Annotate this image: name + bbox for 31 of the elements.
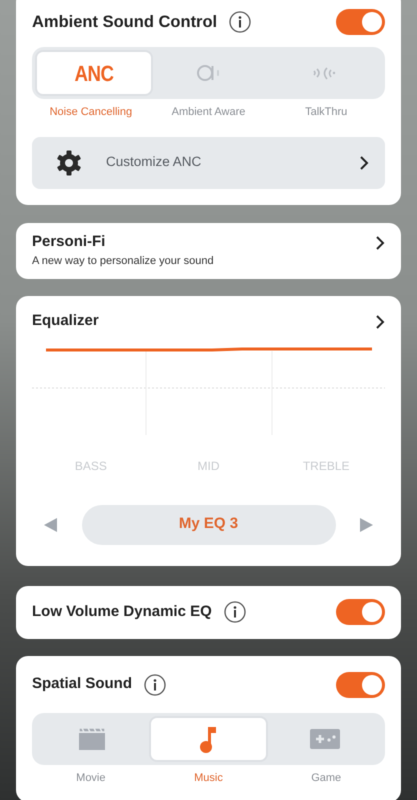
previous-arrow-icon[interactable]	[44, 518, 58, 532]
info-icon[interactable]	[144, 674, 166, 696]
toggle-switch[interactable]	[336, 599, 385, 625]
eq-preset-button[interactable]: My EQ 3	[82, 504, 336, 544]
toggle-switch[interactable]	[336, 672, 385, 698]
section-title: Ambient Sound Control	[32, 12, 218, 33]
chevron-right-icon[interactable]	[375, 234, 385, 250]
mode-label: Music	[194, 770, 223, 786]
section-title: Spatial Sound	[32, 674, 132, 694]
section-title: Equalizer	[32, 311, 100, 332]
mode-tab[interactable]: ANC	[35, 50, 154, 96]
section-title: Low Volume Dynamic EQ	[32, 602, 212, 622]
clapperboard-icon	[78, 726, 106, 750]
section-subtitle: A new way to personalize your sound	[32, 254, 215, 269]
mode-label: TalkThru	[305, 105, 348, 120]
mode-label: Noise Cancelling	[50, 105, 132, 120]
info-icon[interactable]	[229, 11, 252, 33]
chevron-right-icon[interactable]	[375, 314, 385, 330]
mode-tab[interactable]	[149, 716, 268, 762]
music-note-icon	[199, 724, 218, 752]
mode-label: Ambient Aware	[172, 105, 246, 120]
gamepad-icon	[310, 728, 340, 748]
mode-label: Game	[311, 770, 342, 786]
toggle-switch[interactable]	[336, 9, 385, 35]
section-title: Personi-Fi	[32, 232, 106, 252]
gear-icon	[56, 150, 82, 176]
mode-label: Movie	[76, 770, 106, 786]
next-arrow-icon[interactable]	[359, 518, 373, 532]
customize-anc-button[interactable]: Customize ANC	[32, 136, 385, 188]
info-icon[interactable]	[224, 601, 246, 623]
chevron-right-icon[interactable]	[359, 154, 369, 170]
